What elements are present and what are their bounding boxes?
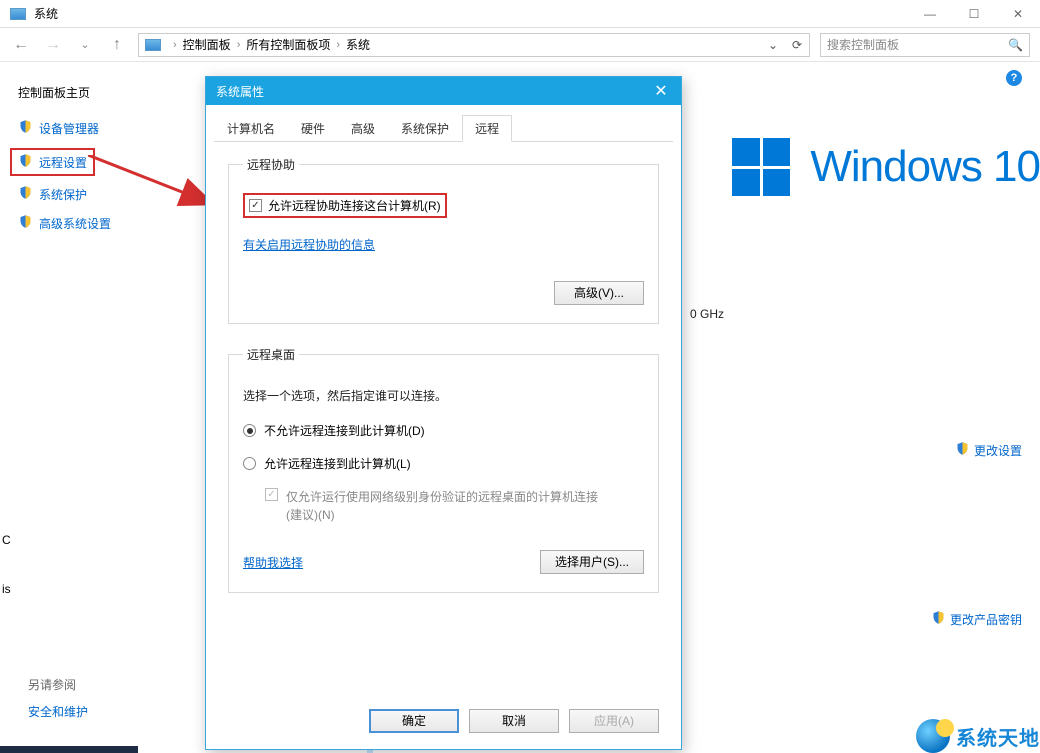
radio-deny-row[interactable]: 不允许远程连接到此计算机(D) bbox=[243, 422, 644, 439]
maximize-button[interactable]: ☐ bbox=[952, 0, 996, 28]
sidebar-item-remote-settings[interactable]: 远程设置 bbox=[39, 154, 87, 171]
dialog-titlebar: 系统属性 ✕ bbox=[206, 77, 681, 105]
partial-text: is bbox=[2, 582, 11, 596]
radio-allow-row[interactable]: 允许远程连接到此计算机(L) bbox=[243, 455, 644, 472]
up-button[interactable]: ↑ bbox=[106, 36, 128, 54]
dialog-body: 远程协助 允许远程协助连接这台计算机(R) 有关启用远程协助的信息 高级(V).… bbox=[206, 142, 681, 629]
tab-remote[interactable]: 远程 bbox=[462, 115, 512, 142]
remote-desktop-hint: 选择一个选项，然后指定谁可以连接。 bbox=[243, 387, 644, 404]
tab-advanced[interactable]: 高级 bbox=[338, 115, 388, 142]
tab-row: 计算机名 硬件 高级 系统保护 远程 bbox=[206, 105, 681, 142]
nla-label: 仅允许运行使用网络级别身份验证的远程桌面的计算机连接(建议)(N) bbox=[286, 488, 606, 524]
remote-desktop-group: 远程桌面 选择一个选项，然后指定谁可以连接。 不允许远程连接到此计算机(D) 允… bbox=[228, 346, 659, 593]
window-title: 系统 bbox=[34, 5, 58, 22]
radio-deny[interactable] bbox=[243, 424, 256, 437]
system-properties-dialog: 系统属性 ✕ 计算机名 硬件 高级 系统保护 远程 远程协助 允许远程协助连接这… bbox=[205, 76, 682, 750]
window-controls: — ☐ ✕ bbox=[908, 0, 1040, 28]
search-input[interactable]: 搜索控制面板 🔍 bbox=[820, 33, 1030, 57]
sidebar-item-label: 高级系统设置 bbox=[39, 215, 111, 232]
nla-checkbox bbox=[265, 488, 278, 501]
taskbar-fragment bbox=[0, 746, 138, 753]
shield-icon bbox=[18, 185, 33, 203]
shield-icon bbox=[18, 153, 33, 171]
breadcrumb-dropdown[interactable]: ⌄ bbox=[761, 34, 785, 56]
change-settings-link[interactable]: 更改设置 bbox=[955, 441, 1022, 459]
sidebar-item-advanced[interactable]: 高级系统设置 bbox=[18, 214, 182, 232]
sidebar-item-remote-settings-highlight: 远程设置 bbox=[10, 148, 95, 176]
allow-remote-assist-highlight: 允许远程协助连接这台计算机(R) bbox=[243, 193, 447, 218]
sidebar-item-device-manager[interactable]: 设备管理器 bbox=[18, 119, 182, 137]
change-settings-label: 更改设置 bbox=[974, 442, 1022, 459]
recent-dropdown[interactable]: ⌄ bbox=[74, 38, 96, 51]
dialog-buttons: 确定 取消 应用(A) bbox=[369, 709, 659, 733]
watermark: 系统天地 bbox=[916, 719, 1040, 753]
cpu-frequency: 0 GHz bbox=[690, 307, 724, 321]
nla-checkbox-row: 仅允许运行使用网络级别身份验证的远程桌面的计算机连接(建议)(N) bbox=[265, 488, 644, 524]
apply-button[interactable]: 应用(A) bbox=[569, 709, 659, 733]
change-product-key-label: 更改产品密钥 bbox=[950, 611, 1022, 628]
change-product-key-link[interactable]: 更改产品密钥 bbox=[931, 610, 1022, 628]
search-icon: 🔍 bbox=[1008, 38, 1023, 52]
radio-allow[interactable] bbox=[243, 457, 256, 470]
watermark-text: 系统天地 bbox=[956, 722, 1040, 751]
allow-remote-assist-label: 允许远程协助连接这台计算机(R) bbox=[268, 197, 441, 214]
radio-allow-label: 允许远程连接到此计算机(L) bbox=[264, 455, 411, 472]
system-icon bbox=[10, 8, 26, 20]
windows-brand: Windows 10 bbox=[732, 138, 1040, 196]
sidebar: 控制面板主页 设备管理器 远程设置 系统保护 高级系统设置 bbox=[0, 62, 200, 753]
security-maintenance-link[interactable]: 安全和维护 bbox=[28, 703, 88, 720]
sidebar-item-system-protection[interactable]: 系统保护 bbox=[18, 185, 182, 203]
remote-desktop-legend: 远程桌面 bbox=[243, 346, 299, 363]
ok-button[interactable]: 确定 bbox=[369, 709, 459, 733]
sidebar-item-label: 设备管理器 bbox=[39, 120, 99, 137]
remote-assistance-legend: 远程协助 bbox=[243, 156, 299, 173]
watermark-globe-icon bbox=[916, 719, 950, 753]
radio-deny-label: 不允许远程连接到此计算机(D) bbox=[264, 422, 425, 439]
refresh-button[interactable]: ⟳ bbox=[785, 34, 809, 56]
tab-hardware[interactable]: 硬件 bbox=[288, 115, 338, 142]
shield-icon bbox=[18, 119, 33, 137]
shield-icon bbox=[931, 610, 946, 628]
breadcrumb-seg-3[interactable]: 系统 bbox=[346, 36, 370, 53]
nav-row: ← → ⌄ ↑ › 控制面板 › 所有控制面板项 › 系统 ⌄ ⟳ 搜索控制面板… bbox=[0, 28, 1040, 62]
allow-remote-assist-checkbox[interactable] bbox=[249, 199, 262, 212]
shield-icon bbox=[18, 214, 33, 232]
tab-computer-name[interactable]: 计算机名 bbox=[214, 115, 288, 142]
remote-assistance-group: 远程协助 允许远程协助连接这台计算机(R) 有关启用远程协助的信息 高级(V).… bbox=[228, 156, 659, 324]
breadcrumb-icon bbox=[145, 39, 161, 51]
windows-wordmark: Windows 10 bbox=[810, 142, 1040, 192]
minimize-button[interactable]: — bbox=[908, 0, 952, 28]
breadcrumb-seg-2[interactable]: 所有控制面板项 bbox=[246, 36, 330, 53]
sidebar-item-label: 系统保护 bbox=[39, 186, 87, 203]
breadcrumb[interactable]: › 控制面板 › 所有控制面板项 › 系统 ⌄ ⟳ bbox=[138, 33, 810, 57]
back-button[interactable]: ← bbox=[10, 36, 32, 54]
select-users-button[interactable]: 选择用户(S)... bbox=[540, 550, 644, 574]
remote-assist-advanced-button[interactable]: 高级(V)... bbox=[554, 281, 644, 305]
tab-system-protection[interactable]: 系统保护 bbox=[388, 115, 462, 142]
shield-icon bbox=[955, 441, 970, 459]
dialog-close-button[interactable]: ✕ bbox=[641, 77, 681, 105]
cancel-button[interactable]: 取消 bbox=[469, 709, 559, 733]
breadcrumb-seg-1[interactable]: 控制面板 bbox=[183, 36, 231, 53]
partial-text: C bbox=[2, 533, 11, 547]
titlebar: 系统 — ☐ ✕ bbox=[0, 0, 1040, 28]
close-button[interactable]: ✕ bbox=[996, 0, 1040, 28]
control-panel-home[interactable]: 控制面板主页 bbox=[18, 84, 182, 101]
sidebar-footer: 另请参阅 安全和维护 bbox=[28, 676, 88, 720]
remote-assist-info-link[interactable]: 有关启用远程协助的信息 bbox=[243, 238, 375, 252]
see-also-label: 另请参阅 bbox=[28, 676, 88, 693]
help-me-choose-link[interactable]: 帮助我选择 bbox=[243, 554, 303, 571]
search-placeholder: 搜索控制面板 bbox=[827, 36, 899, 53]
windows-logo-icon bbox=[732, 138, 790, 196]
forward-button[interactable]: → bbox=[42, 36, 64, 54]
dialog-title: 系统属性 bbox=[216, 83, 264, 100]
